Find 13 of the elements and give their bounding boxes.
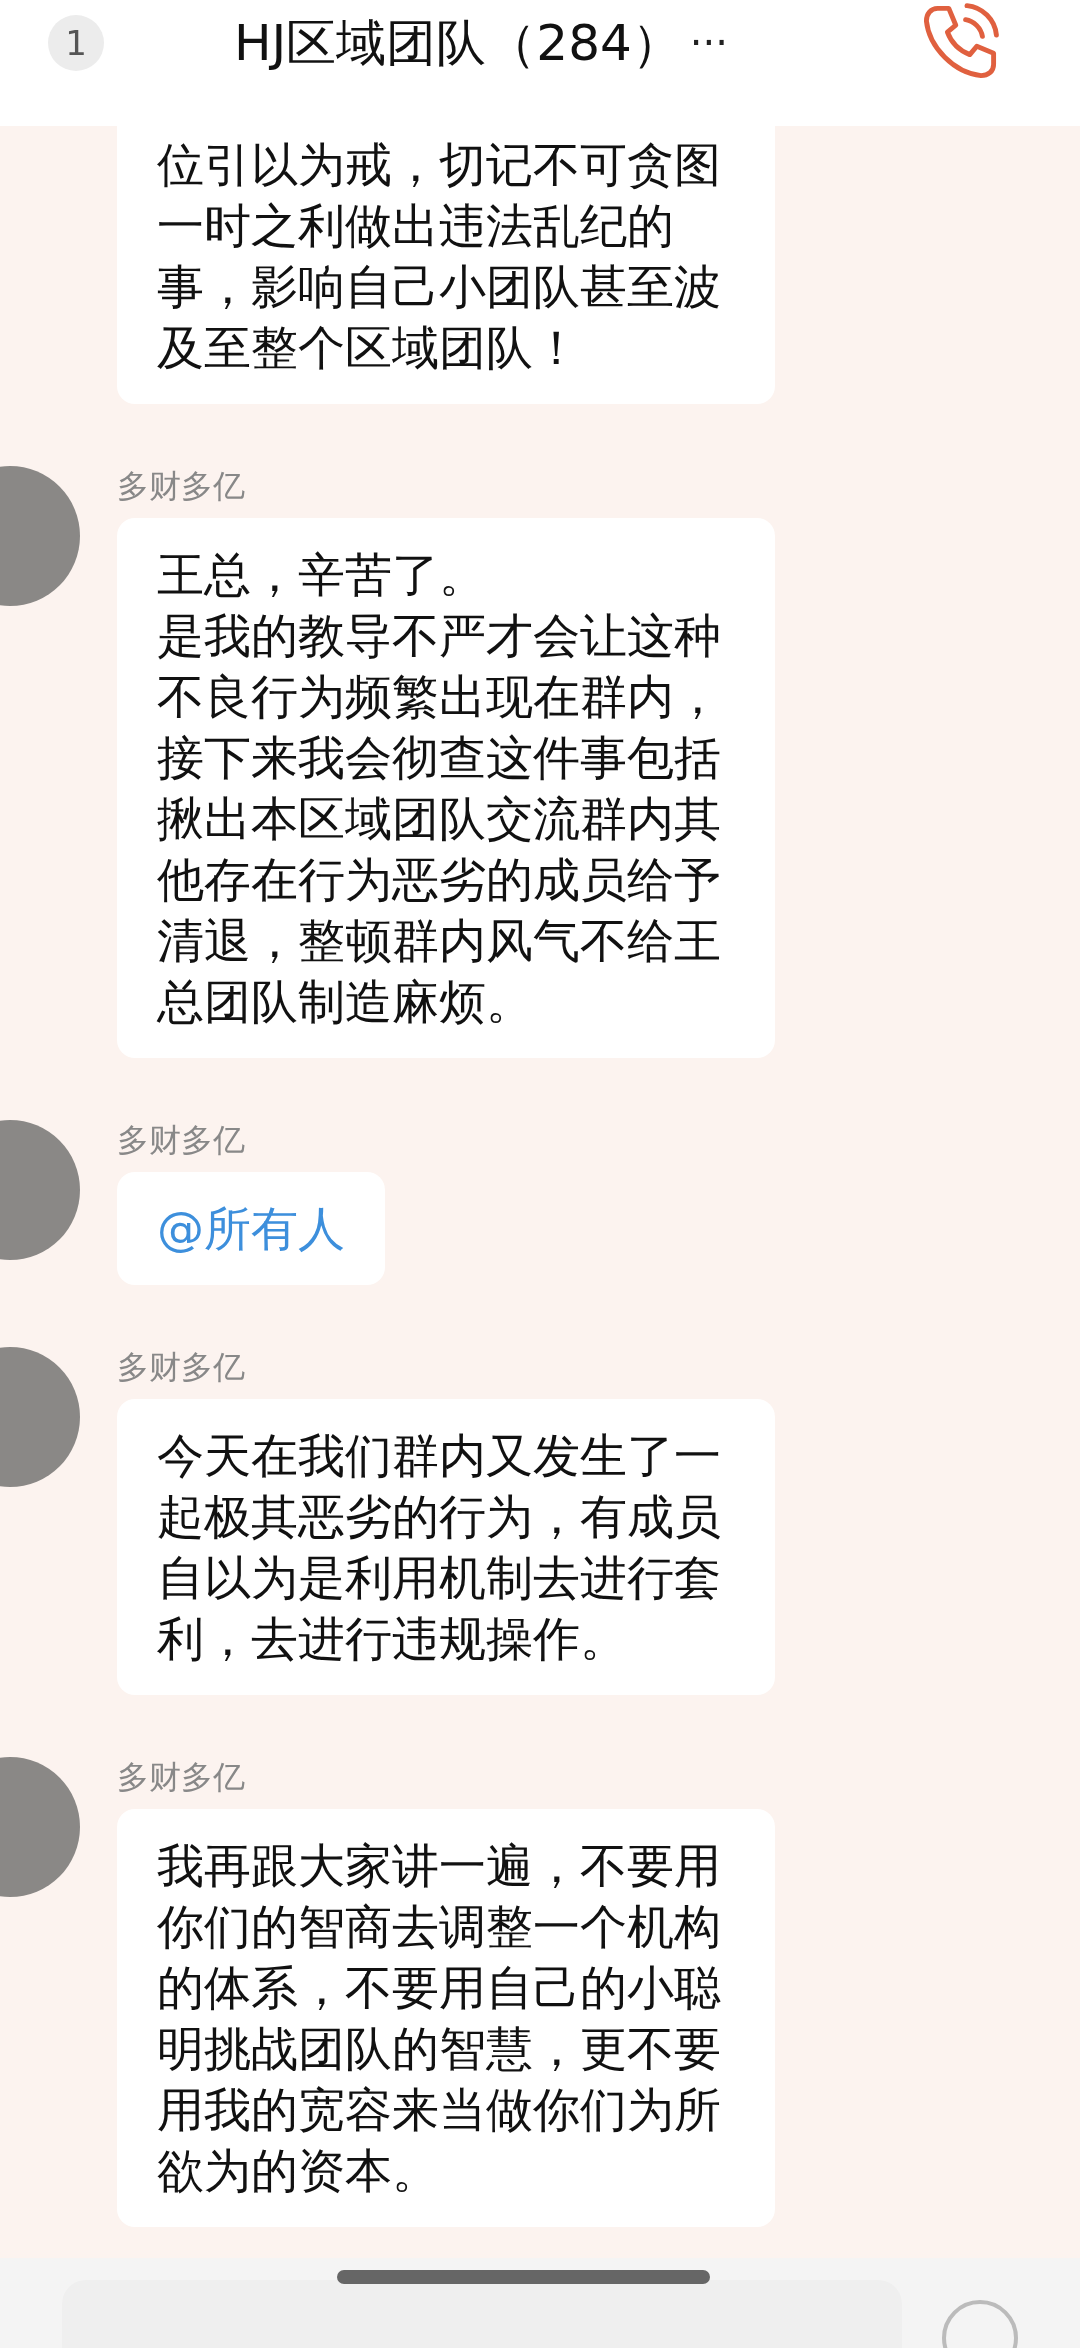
message-text: 位引以为戒，切记不可贪图一时之利做出违法乱纪的事，影响自己小团队甚至波及至整个区域团队！	[157, 136, 722, 377]
message-text: @所有人	[157, 1200, 345, 1258]
group-title: HJ区域团队（284）	[234, 12, 682, 74]
message-text: 王总，辛苦了。	[157, 546, 487, 604]
message-text: 是我的教导不严才会让这种不良行为频繁出现在群内，接下来我会彻查这件事包括揪出本区域团队交流群内其他存在行为恶劣的成员给予清退，整顿群内风气不给王总团队制造麻烦。	[157, 607, 722, 1031]
sender-name: 多财多亿	[117, 1757, 246, 1797]
sender-name: 多财多亿	[117, 466, 246, 506]
message-text: 今天在我们群内又发生了一起极其恶劣的行为，有成员自以为是利用机制去进行套利，去进行违规操作。	[157, 1427, 722, 1668]
more-button[interactable]: ···	[689, 20, 728, 66]
sender-name: 多财多亿	[117, 1120, 246, 1160]
unread-count-badge[interactable]: 1	[48, 15, 104, 71]
message-text: 我再跟大家讲一遍，不要用你们的智商去调整一个机构的体系，不要用自己的小聪明挑战团队的智慧，更不要用我的宽容来当做你们为所欲为的资本。	[157, 1837, 722, 2200]
sender-name: 多财多亿	[117, 1347, 246, 1387]
